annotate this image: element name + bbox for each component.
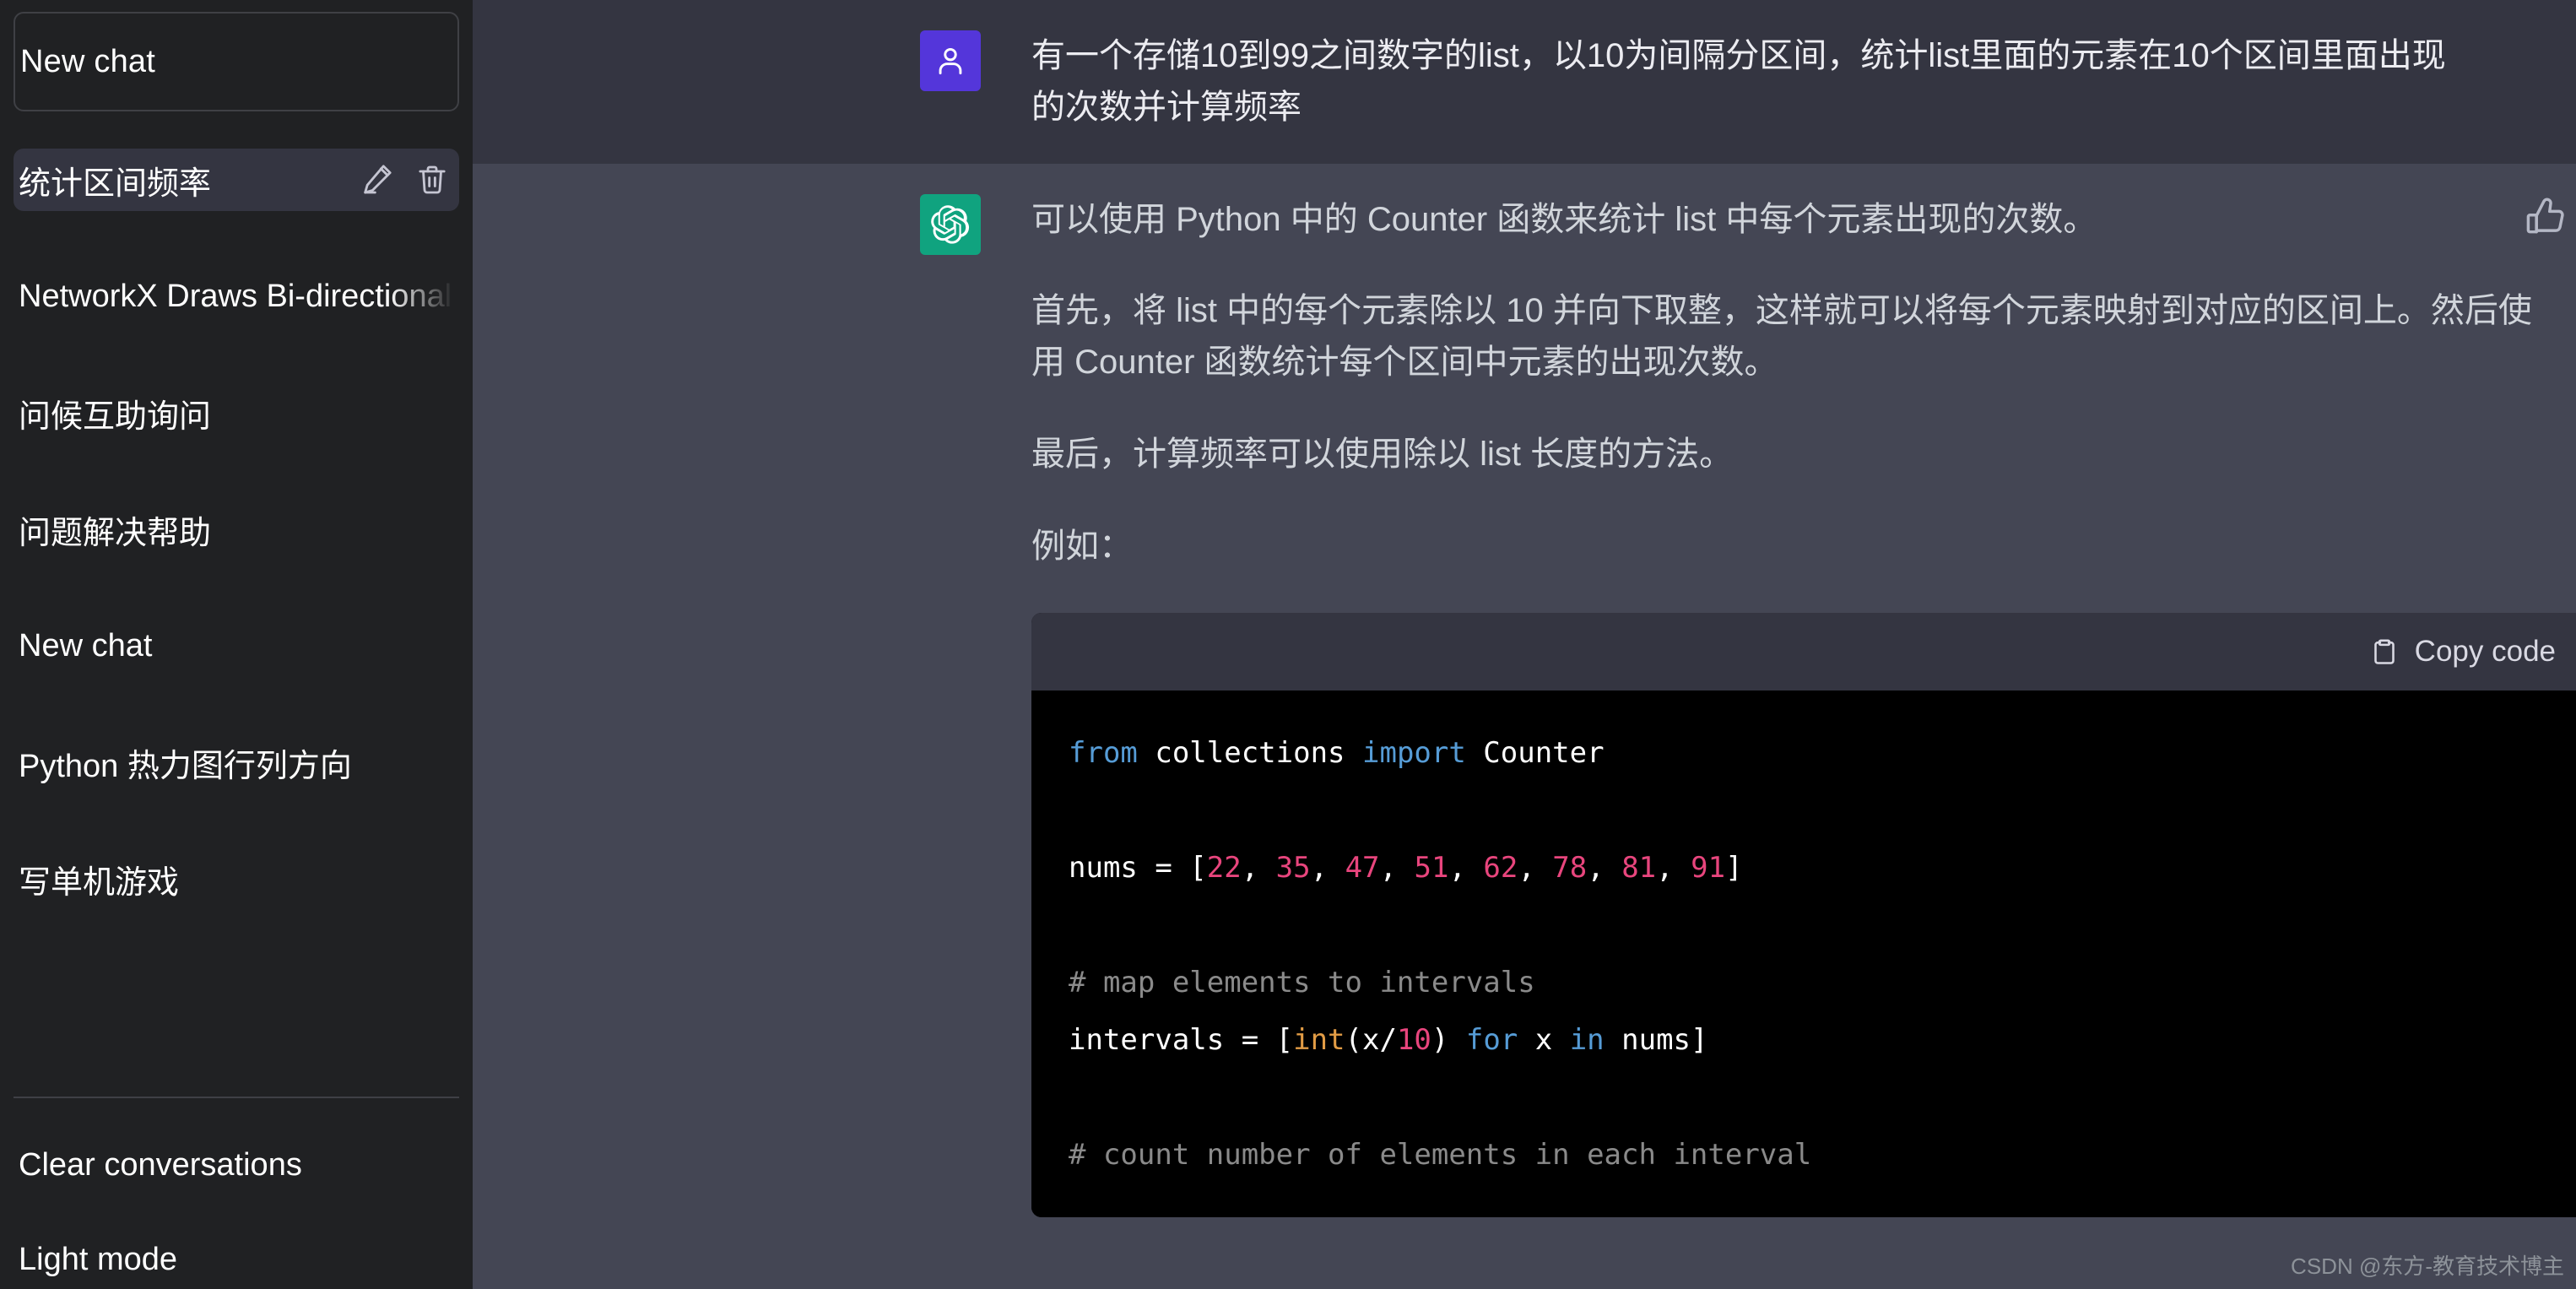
conversation-item-4[interactable]: New chat bbox=[14, 615, 459, 677]
code-token: import bbox=[1362, 735, 1466, 770]
code-token: 51 bbox=[1414, 850, 1449, 885]
new-chat-button[interactable]: New chat bbox=[14, 12, 459, 111]
thumbs-up-icon[interactable] bbox=[2524, 196, 2568, 240]
code-token: , bbox=[1587, 850, 1622, 885]
user-message-text: 有一个存储10到99之间数字的list，以10为间隔分区间，统计list里面的元… bbox=[1031, 37, 2446, 126]
conversation-item-5[interactable]: Python 热力图行列方向 bbox=[14, 731, 459, 793]
code-token: , bbox=[1241, 850, 1276, 885]
clear-conversations-label: Clear conversations bbox=[19, 1146, 302, 1183]
watermark-text: CSDN @东方-教育技术博主 bbox=[2291, 1254, 2564, 1279]
code-token: , bbox=[1448, 850, 1484, 885]
assistant-message: 可以使用 Python 中的 Counter 函数来统计 list 中每个元素出… bbox=[473, 163, 2576, 1248]
code-token: 22 bbox=[1206, 850, 1242, 885]
code-token: collections bbox=[1137, 735, 1362, 770]
code-token: # map elements to intervals bbox=[1069, 965, 1535, 999]
assistant-paragraph-0: 可以使用 Python 中的 Counter 函数来统计 list 中每个元素出… bbox=[1031, 200, 2097, 238]
code-token: nums] bbox=[1604, 1022, 1708, 1057]
conversation-title: 统计区间频率 bbox=[19, 165, 212, 202]
clear-conversations-button[interactable]: Clear conversations bbox=[14, 1139, 459, 1191]
conversation-item-3[interactable]: 问题解决帮助 bbox=[14, 498, 459, 561]
conversation-item-2[interactable]: 问候互助询问 bbox=[14, 382, 459, 444]
chatgpt-window: New chat 统计区间频率 NetworkX Draws Bi-direct… bbox=[0, 0, 2576, 1289]
code-token: nums = [ bbox=[1069, 850, 1207, 885]
user-message-body: 有一个存储10到99之间数字的list，以10为间隔分区间，统计list里面的元… bbox=[1031, 30, 2576, 133]
conversation-item-1[interactable]: NetworkX Draws Bi-directional Edges bbox=[14, 265, 459, 328]
sidebar-footer: Clear conversations Light mode bbox=[14, 1098, 459, 1289]
light-mode-label: Light mode bbox=[19, 1241, 178, 1277]
conversation-item-6[interactable]: 写单机游戏 bbox=[14, 848, 459, 910]
openai-logo-icon bbox=[920, 193, 981, 255]
chat-thread[interactable]: 有一个存储10到99之间数字的list，以10为间隔分区间，统计list里面的元… bbox=[473, 0, 2576, 1289]
assistant-paragraph-1: 首先，将 list 中的每个元素除以 10 并向下取整，这样就可以将每个元素映射… bbox=[1031, 292, 2532, 382]
assistant-message-body: 可以使用 Python 中的 Counter 函数来统计 list 中每个元素出… bbox=[1031, 194, 2576, 1217]
code-token: , bbox=[1518, 850, 1553, 885]
code-block-header: Copy code bbox=[1031, 612, 2576, 691]
code-content[interactable]: from collections import Counter nums = [… bbox=[1031, 690, 2576, 1217]
conversation-title: 问候互助询问 bbox=[19, 398, 212, 435]
trash-icon[interactable] bbox=[415, 163, 449, 197]
code-token: 47 bbox=[1345, 850, 1380, 885]
copy-code-label: Copy code bbox=[2414, 634, 2556, 668]
code-token: (x/ bbox=[1345, 1022, 1397, 1057]
code-token: 81 bbox=[1621, 850, 1657, 885]
conversation-title: Python 热力图行列方向 bbox=[19, 748, 352, 784]
sidebar: New chat 统计区间频率 NetworkX Draws Bi-direct… bbox=[0, 0, 473, 1289]
code-token: , bbox=[1310, 850, 1345, 885]
conversation-title: 问题解决帮助 bbox=[19, 515, 212, 551]
code-token: , bbox=[1656, 850, 1691, 885]
assistant-paragraph-3: 例如： bbox=[1031, 527, 1133, 565]
copy-code-button[interactable]: Copy code bbox=[2369, 629, 2556, 674]
conversation-title: NetworkX Draws Bi-directional Edges bbox=[19, 278, 454, 314]
user-avatar-icon bbox=[920, 30, 981, 91]
conversation-title: New chat bbox=[19, 627, 153, 663]
code-token: 91 bbox=[1691, 850, 1726, 885]
code-token: ] bbox=[1725, 850, 1743, 885]
code-token: , bbox=[1379, 850, 1415, 885]
code-token: in bbox=[1569, 1022, 1605, 1057]
new-chat-label: New chat bbox=[20, 43, 156, 79]
code-token: 78 bbox=[1552, 850, 1588, 885]
code-token: x bbox=[1518, 1022, 1570, 1057]
user-message: 有一个存储10到99之间数字的list，以10为间隔分区间，统计list里面的元… bbox=[473, 0, 2576, 164]
conversation-list[interactable]: 统计区间频率 NetworkX Draws Bi-directional 问候互… bbox=[14, 125, 459, 1091]
code-token: ) bbox=[1431, 1022, 1466, 1057]
code-token: for bbox=[1465, 1022, 1518, 1057]
code-token: intervals = [ bbox=[1069, 1022, 1294, 1057]
conversation-actions bbox=[360, 163, 454, 197]
light-mode-button[interactable]: Light mode bbox=[14, 1233, 459, 1286]
conversation-title: 写单机游戏 bbox=[19, 864, 180, 901]
pencil-icon[interactable] bbox=[360, 163, 393, 197]
code-token: Counter bbox=[1465, 735, 1605, 770]
code-token: 10 bbox=[1396, 1022, 1431, 1057]
code-token: 35 bbox=[1275, 850, 1311, 885]
conversation-item-0[interactable]: 统计区间频率 bbox=[14, 149, 459, 211]
code-token: # count number of elements in each inter… bbox=[1069, 1137, 1812, 1172]
code-block: Copy code from collections import Counte… bbox=[1031, 612, 2576, 1217]
assistant-paragraph-2: 最后，计算频率可以使用除以 list 长度的方法。 bbox=[1031, 435, 1734, 473]
code-token: int bbox=[1293, 1022, 1345, 1057]
code-token: from bbox=[1069, 735, 1138, 770]
clipboard-icon bbox=[2369, 636, 2400, 667]
code-token: 62 bbox=[1483, 850, 1518, 885]
csdn-watermark: CSDN @东方-教育技术博主 bbox=[2291, 1249, 2564, 1281]
